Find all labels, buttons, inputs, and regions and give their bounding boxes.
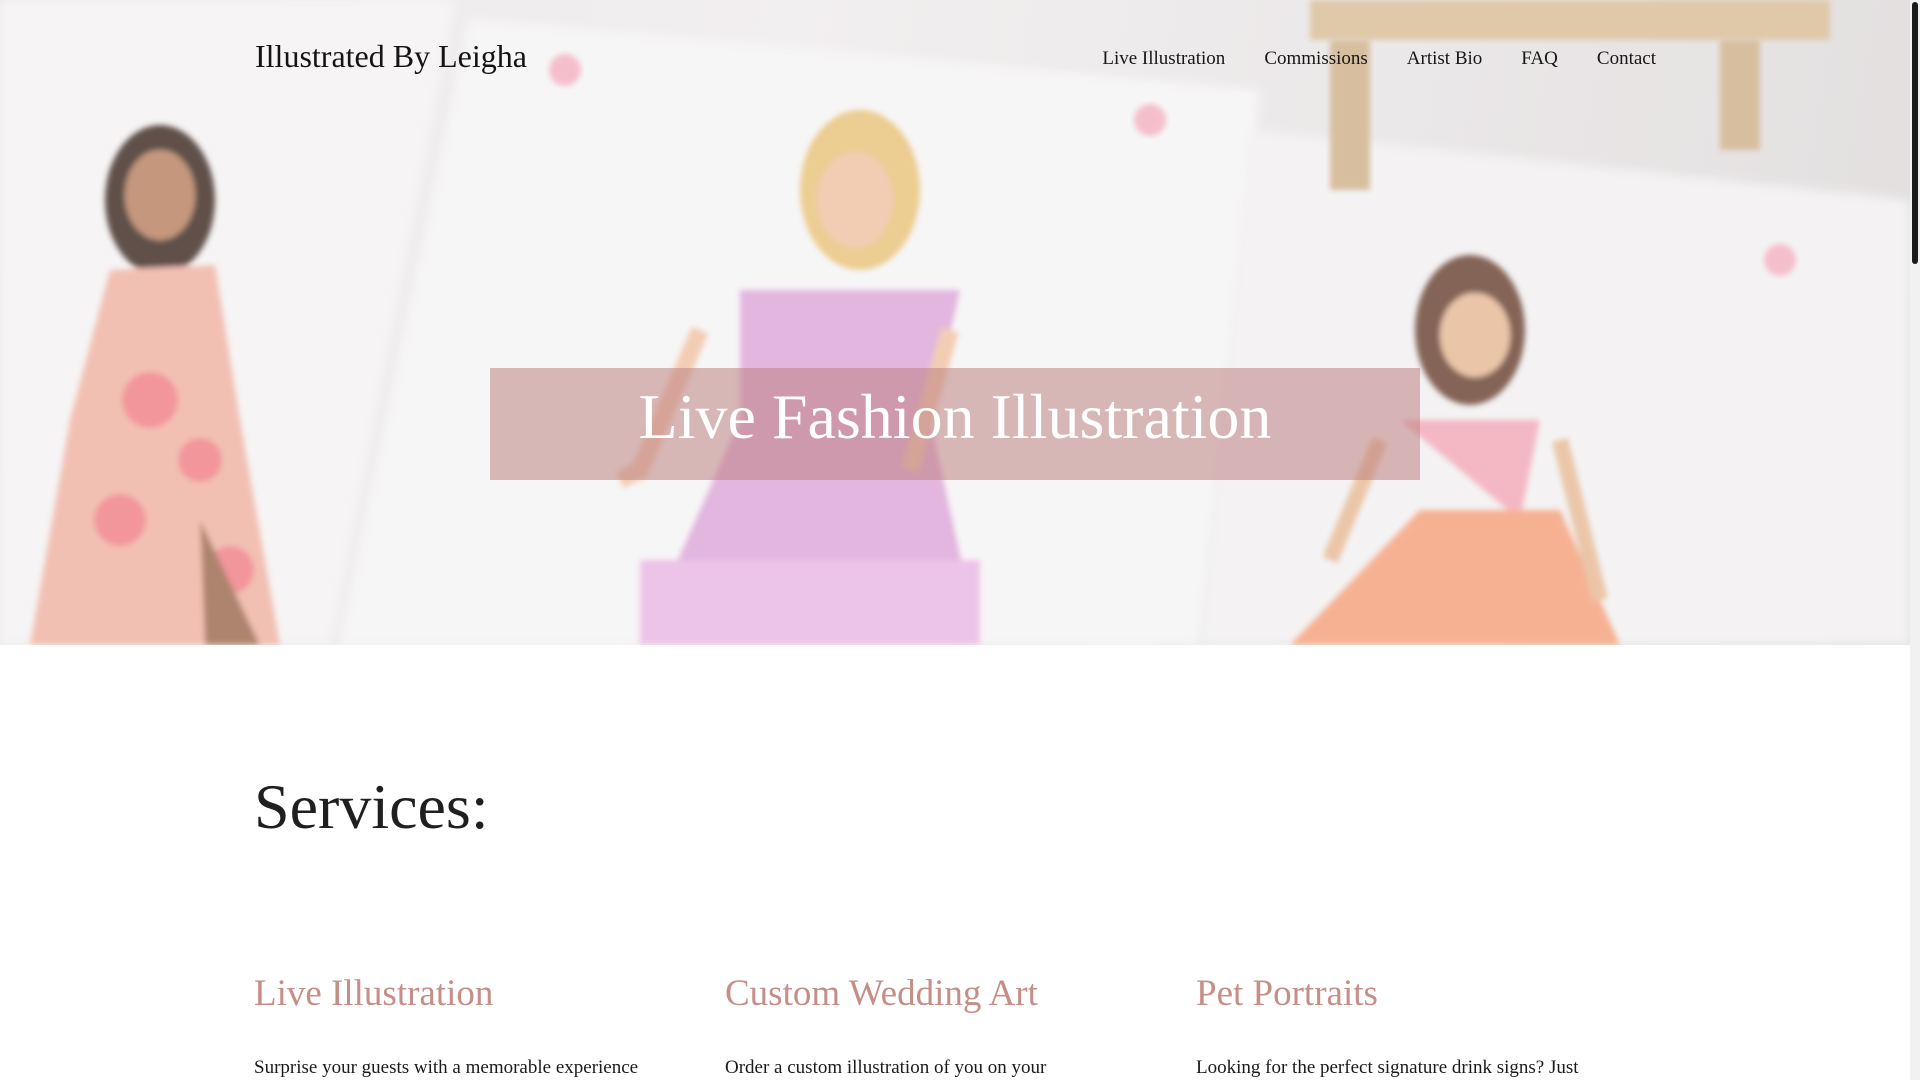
service-description: Looking for the perfect signature drink … — [1196, 1057, 1579, 1078]
service-description: Surprise your guests with a memorable ex… — [254, 1057, 639, 1078]
service-title[interactable]: Live Illustration — [254, 972, 674, 1015]
site-title[interactable]: Illustrated By Leigha — [255, 38, 527, 75]
hero-heading: Live Fashion Illustration — [638, 381, 1272, 452]
hero-background-image — [0, 0, 1910, 645]
scrollbar-thumb[interactable] — [1912, 2, 1918, 264]
service-title[interactable]: Custom Wedding Art — [725, 972, 1145, 1015]
hero-banner: Live Fashion Illustration — [490, 368, 1420, 480]
service-card-pet-portraits: Pet Portraits Looking for the perfect si… — [1196, 972, 1616, 1080]
hero-section: Illustrated By Leigha Live Illustration … — [0, 0, 1910, 645]
nav-live-illustration[interactable]: Live Illustration — [1102, 48, 1225, 70]
services-heading: Services: — [254, 771, 489, 842]
service-card-custom-wedding-art: Custom Wedding Art Order a custom illust… — [725, 972, 1145, 1080]
service-card-live-illustration: Live Illustration Surprise your guests w… — [254, 972, 674, 1080]
service-title[interactable]: Pet Portraits — [1196, 972, 1616, 1015]
main-nav: Live Illustration Commissions Artist Bio… — [1102, 48, 1656, 70]
nav-artist-bio[interactable]: Artist Bio — [1407, 48, 1482, 70]
nav-commissions[interactable]: Commissions — [1264, 48, 1367, 70]
page-scrollbar[interactable] — [1910, 0, 1920, 1080]
nav-contact[interactable]: Contact — [1597, 48, 1656, 70]
nav-faq[interactable]: FAQ — [1521, 48, 1558, 70]
service-description: Order a custom illustration of you on yo… — [725, 1057, 1047, 1078]
